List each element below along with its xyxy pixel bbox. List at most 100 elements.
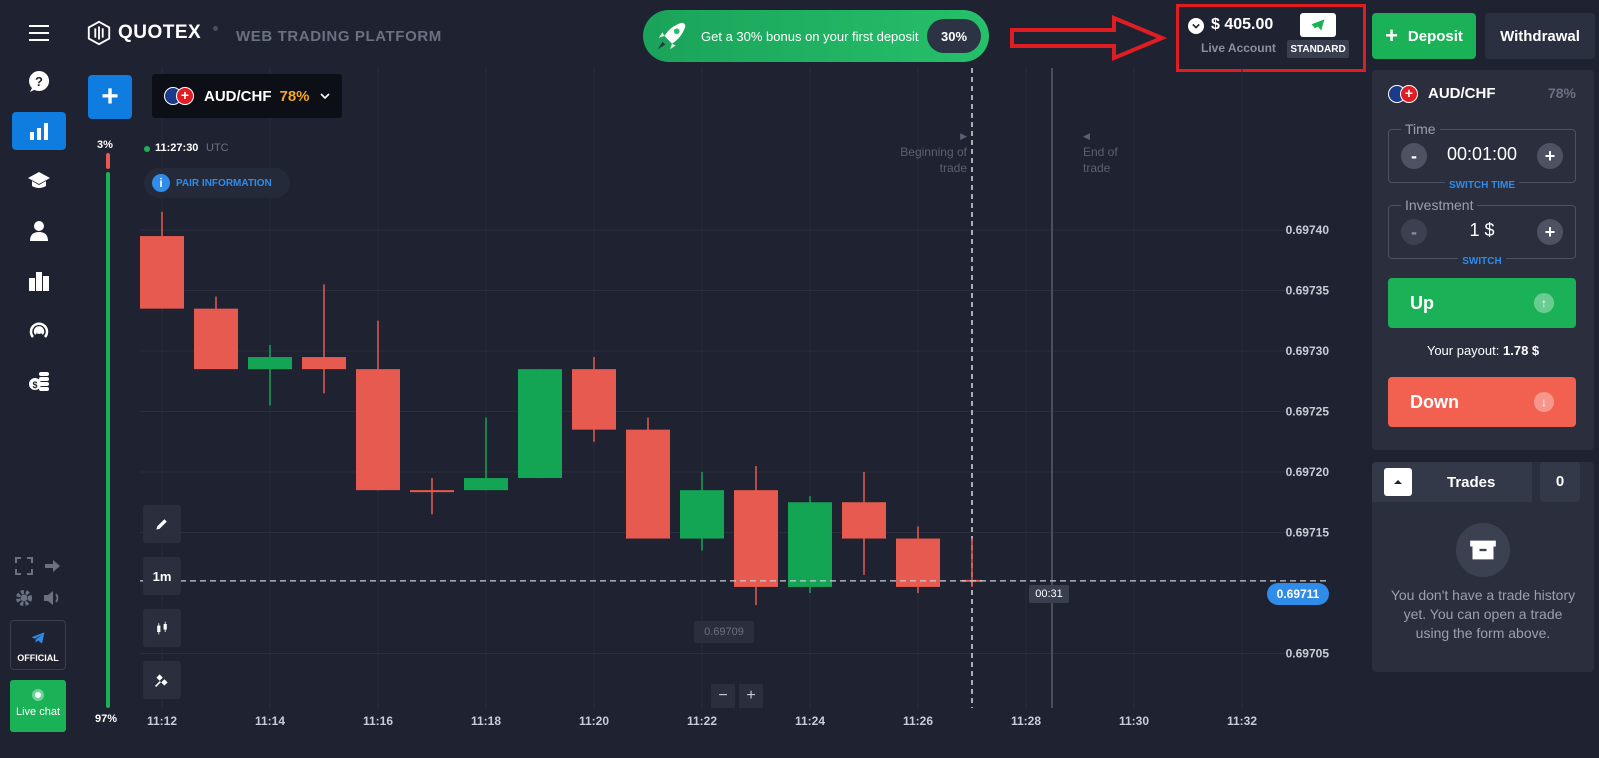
account-balance[interactable]: $ 405.00 (1211, 16, 1273, 34)
x-tick-label: 11:12 (147, 714, 177, 728)
y-tick-label: 0.69730 (1286, 344, 1330, 358)
left-sidebar: ? $ OFFICIAL Live chat (0, 0, 76, 758)
account-tier-badge: STANDARD (1287, 40, 1349, 58)
time-label: Time (1401, 121, 1440, 137)
sentiment-top-label: 3% (97, 139, 113, 151)
leaderboard-icon[interactable] (12, 262, 66, 300)
time-field[interactable]: Time - 00:01:00 + SWITCH TIME (1388, 121, 1576, 191)
logout-icon[interactable] (42, 556, 62, 581)
sentiment-bottom-label: 97% (95, 713, 118, 725)
deposit-button[interactable]: + Deposit (1372, 13, 1476, 59)
timeframe-button[interactable]: 1m (143, 557, 181, 595)
pair-selector[interactable]: + AUD/CHF 78% (152, 74, 342, 118)
account-dropdown-icon[interactable] (1188, 18, 1204, 34)
platform-title: WEB TRADING PLATFORM (236, 28, 442, 45)
settings-icon[interactable] (14, 588, 34, 613)
time-increase-button[interactable]: + (1537, 143, 1563, 169)
menu-icon[interactable] (12, 14, 66, 52)
bonus-banner[interactable]: Get a 30% bonus on your first deposit 30… (643, 10, 989, 62)
pair-name: AUD/CHF (204, 87, 272, 105)
switch-investment-link[interactable]: SWITCH (1389, 256, 1575, 267)
plus-icon: + (1385, 23, 1398, 48)
candle-body (734, 490, 778, 587)
account-tier-icon (1300, 13, 1336, 37)
chart-type-button[interactable] (143, 609, 181, 647)
sentiment-bar-up (106, 172, 110, 708)
investment-field[interactable]: Investment - 1 $ + SWITCH (1388, 197, 1576, 267)
trades-toggle[interactable]: Trades (1372, 462, 1532, 502)
candles-icon (157, 621, 167, 635)
draw-tool-button[interactable] (143, 505, 181, 543)
telegram-official-button[interactable]: OFFICIAL (10, 620, 66, 670)
payout-label: Your payout: (1426, 343, 1500, 358)
candle-body (464, 478, 508, 491)
candle-body (194, 308, 238, 370)
investment-increase-button[interactable]: + (1537, 219, 1563, 245)
x-tick-label: 11:28 (1011, 714, 1041, 728)
account-type: Live Account (1201, 41, 1276, 55)
candle-body (302, 357, 346, 370)
empty-trades-text: You don't have a trade history yet. You … (1390, 587, 1576, 641)
end-of-trade-label: ◀ End of trade (1083, 131, 1118, 175)
pair-information-button[interactable]: i PAIR INFORMATION (144, 168, 290, 198)
up-button[interactable]: Up ↑ (1388, 278, 1576, 328)
chevron-down-icon (319, 93, 330, 100)
low-price-tag: 0.69709 (694, 621, 754, 643)
x-tick-label: 11:16 (363, 714, 393, 728)
candle-body (572, 369, 616, 430)
signals-icon[interactable] (12, 312, 66, 350)
panel-pair-name: AUD/CHF (1428, 85, 1496, 102)
candle-body (680, 490, 724, 539)
indicators-button[interactable] (143, 661, 181, 699)
timezone: UTC (206, 142, 229, 154)
empty-box-icon (1456, 523, 1510, 577)
panel-pair-flags-icon: + (1388, 84, 1420, 104)
chart-nav-icon[interactable] (12, 112, 66, 150)
y-tick-label: 0.69715 (1286, 526, 1330, 540)
y-tick-label: 0.69740 (1286, 223, 1330, 237)
svg-text:?: ? (35, 74, 43, 89)
zoom-out-button[interactable]: − (711, 684, 735, 708)
quotex-logo-icon (87, 20, 111, 46)
beginning-of-trade-label: ▶ Beginning of trade (900, 131, 967, 175)
x-tick-label: 11:32 (1227, 714, 1257, 728)
live-chat-label: Live chat (15, 706, 61, 718)
price-chart[interactable]: 0.69740 0.69735 0.69730 0.69725 0.69720 0.697… (140, 68, 1366, 758)
payout-line: Your payout: 1.78 $ (1372, 343, 1594, 358)
candle-body (518, 369, 562, 479)
down-button[interactable]: Down ↓ (1388, 377, 1576, 427)
payout-value: 1.78 $ (1503, 343, 1540, 358)
bonus-text: Get a 30% bonus on your first deposit (701, 28, 919, 44)
add-chart-button[interactable]: + (88, 75, 132, 119)
profile-icon[interactable] (12, 212, 66, 250)
logo-text: QUOTEX (118, 22, 202, 43)
y-tick-label: 0.69725 (1286, 405, 1330, 419)
telegram-icon (31, 632, 45, 644)
sound-icon[interactable] (42, 588, 62, 613)
fullscreen-icon[interactable] (14, 556, 34, 581)
education-icon[interactable] (12, 162, 66, 200)
deposit-label: Deposit (1407, 27, 1463, 45)
pencil-icon (156, 519, 167, 530)
help-icon[interactable]: ? (12, 62, 66, 100)
x-tick-label: 11:22 (687, 714, 717, 728)
live-dot-icon (144, 146, 150, 152)
info-icon: i (152, 174, 170, 192)
x-tick-label: 11:20 (579, 714, 609, 728)
withdrawal-button[interactable]: Withdrawal (1485, 13, 1595, 59)
trades-title: Trades (1447, 473, 1496, 491)
x-tick-label: 11:26 (903, 714, 933, 728)
zoom-in-button[interactable]: + (739, 684, 763, 708)
order-panel: + AUD/CHF 78% Time - 00:01:00 + SWITCH T… (1372, 70, 1594, 450)
up-label: Up (1410, 292, 1434, 313)
coins-icon[interactable]: $ (12, 362, 66, 400)
candle-body (248, 357, 292, 370)
live-chat-button[interactable]: Live chat (10, 680, 66, 732)
switch-time-link[interactable]: SWITCH TIME (1389, 180, 1575, 191)
trades-panel: Trades 0 You don't have a trade history … (1372, 462, 1594, 672)
pair-information-label: PAIR INFORMATION (176, 177, 272, 189)
sentiment-bar-down (106, 153, 110, 169)
x-tick-label: 11:24 (795, 714, 825, 728)
candle-body (410, 490, 454, 493)
brand-logo[interactable]: QUOTEX (86, 20, 201, 46)
